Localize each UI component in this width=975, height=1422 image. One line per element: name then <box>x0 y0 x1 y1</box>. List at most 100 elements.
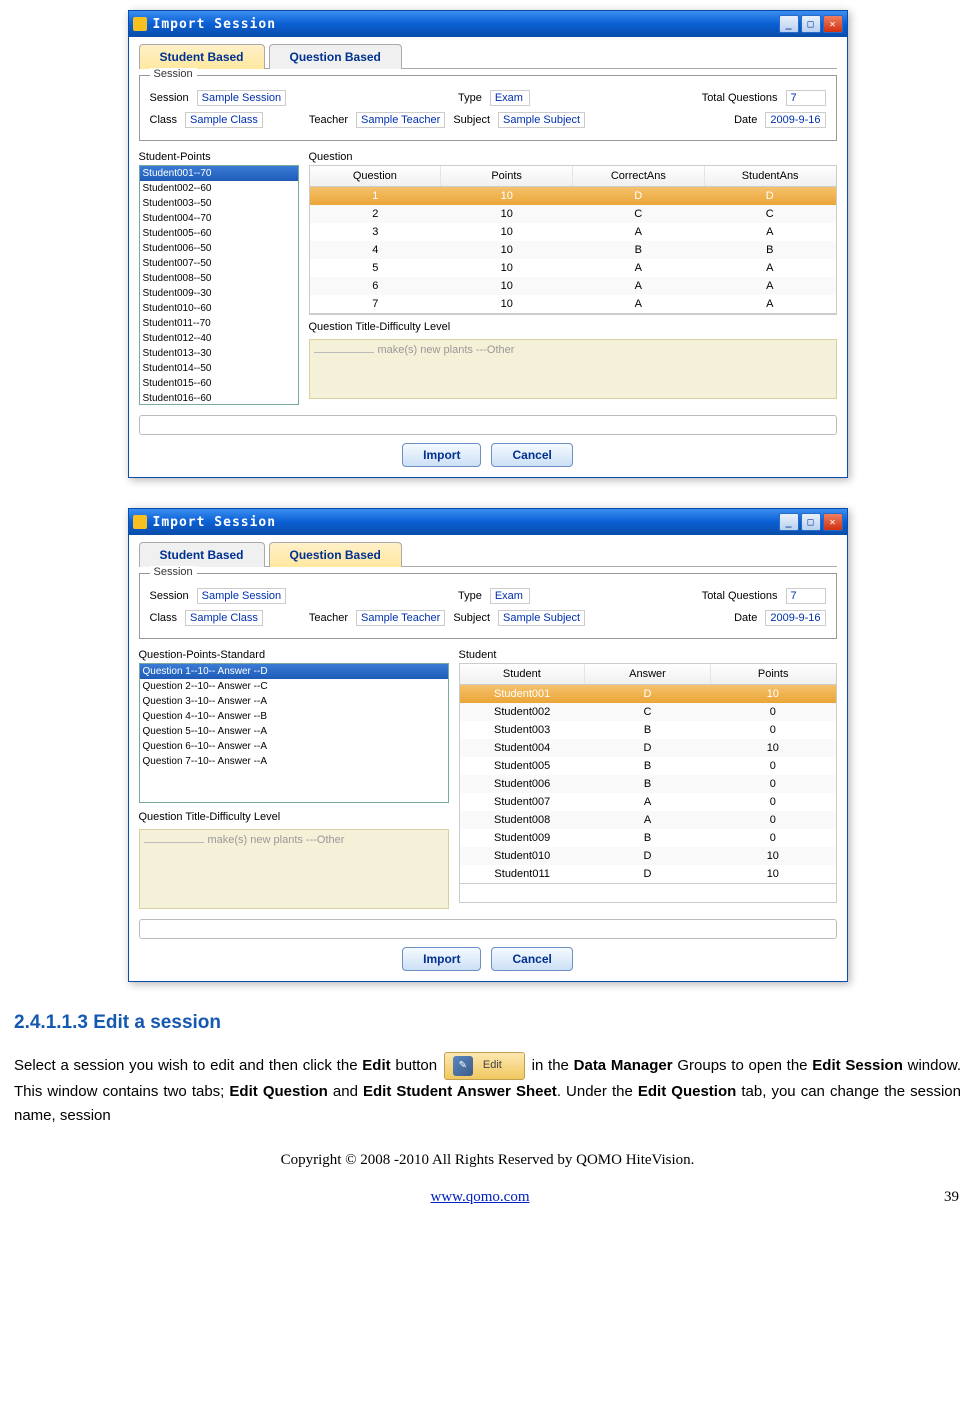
list-item[interactable]: Student005--60 <box>140 226 298 241</box>
edit-button-label: Edit <box>483 1057 502 1075</box>
table-row[interactable]: Student006B0 <box>460 775 836 793</box>
list-item[interactable]: Question 2--10-- Answer --C <box>140 679 448 694</box>
window-icon <box>133 17 147 31</box>
question-grid: Question Points CorrectAns StudentAns 11… <box>309 165 837 315</box>
col-student[interactable]: StudentAns <box>705 166 836 186</box>
col-answer[interactable]: Answer <box>585 664 711 684</box>
table-row[interactable]: 510AA <box>310 259 836 277</box>
qps-listbox[interactable]: Question 1--10-- Answer --DQuestion 2--1… <box>139 663 449 803</box>
student-points-listbox[interactable]: Student001--70Student002--60Student003--… <box>139 165 299 405</box>
table-row[interactable]: 610AA <box>310 277 836 295</box>
value-total: 7 <box>786 588 826 604</box>
list-item[interactable]: Student002--60 <box>140 181 298 196</box>
close-button[interactable]: ✕ <box>823 513 843 531</box>
label-session: Session <box>150 590 189 602</box>
table-row[interactable]: 710AA <box>310 295 836 313</box>
table-row[interactable]: Student002C0 <box>460 703 836 721</box>
label-teacher: Teacher <box>309 114 348 126</box>
col-correct[interactable]: CorrectAns <box>573 166 705 186</box>
table-row[interactable]: 210CC <box>310 205 836 223</box>
titlebar[interactable]: Import Session _ □ ✕ <box>129 11 847 37</box>
label-class: Class <box>150 612 178 624</box>
edit-button-inline[interactable]: ✎ Edit <box>444 1052 525 1080</box>
tab-student-based[interactable]: Student Based <box>139 44 265 69</box>
tab-student-based[interactable]: Student Based <box>139 542 265 567</box>
label-teacher: Teacher <box>309 612 348 624</box>
list-item[interactable]: Student010--60 <box>140 301 298 316</box>
student-label: Student <box>459 649 837 661</box>
list-item[interactable]: Student007--50 <box>140 256 298 271</box>
list-item[interactable]: Question 3--10-- Answer --A <box>140 694 448 709</box>
maximize-button[interactable]: □ <box>801 513 821 531</box>
list-item[interactable]: Student013--30 <box>140 346 298 361</box>
status-input[interactable] <box>139 415 837 435</box>
student-points-label: Student-Points <box>139 151 299 163</box>
tab-bar: Student Based Question Based <box>139 541 837 567</box>
list-item[interactable]: Student016--60 <box>140 391 298 405</box>
table-row[interactable]: 410BB <box>310 241 836 259</box>
list-item[interactable]: Student003--50 <box>140 196 298 211</box>
question-label: Question <box>309 151 837 163</box>
value-session: Sample Session <box>197 588 287 604</box>
table-row[interactable]: Student008A0 <box>460 811 836 829</box>
tab-question-based[interactable]: Question Based <box>269 542 402 567</box>
close-button[interactable]: ✕ <box>823 15 843 33</box>
list-item[interactable]: Question 5--10-- Answer --A <box>140 724 448 739</box>
list-item[interactable]: Question 7--10-- Answer --A <box>140 754 448 769</box>
value-date: 2009-9-16 <box>765 610 825 626</box>
minimize-button[interactable]: _ <box>779 15 799 33</box>
list-item[interactable]: Question 6--10-- Answer --A <box>140 739 448 754</box>
value-session: Sample Session <box>197 90 287 106</box>
label-total: Total Questions <box>702 92 778 104</box>
value-type: Exam <box>490 90 530 106</box>
value-teacher: Sample Teacher <box>356 112 445 128</box>
table-row[interactable]: Student005B0 <box>460 757 836 775</box>
table-row[interactable]: Student010D10 <box>460 847 836 865</box>
body-paragraph: Select a session you wish to edit and th… <box>14 1052 961 1128</box>
col-points[interactable]: Points <box>711 664 836 684</box>
list-item[interactable]: Question 4--10-- Answer --B <box>140 709 448 724</box>
list-item[interactable]: Student015--60 <box>140 376 298 391</box>
maximize-button[interactable]: □ <box>801 15 821 33</box>
import-button[interactable]: Import <box>402 443 481 467</box>
table-row[interactable]: 110DD <box>310 187 836 205</box>
list-item[interactable]: Student001--70 <box>140 166 298 181</box>
list-item[interactable]: Student014--50 <box>140 361 298 376</box>
window-title: Import Session <box>153 17 779 32</box>
table-row[interactable]: Student007A0 <box>460 793 836 811</box>
table-row[interactable]: 310AA <box>310 223 836 241</box>
minimize-button[interactable]: _ <box>779 513 799 531</box>
col-student[interactable]: Student <box>460 664 586 684</box>
difficulty-label: Question Title-Difficulty Level <box>139 811 449 823</box>
import-session-window-1: Import Session _ □ ✕ Student Based Quest… <box>128 10 848 478</box>
value-subject: Sample Subject <box>498 610 585 626</box>
table-row[interactable]: Student004D10 <box>460 739 836 757</box>
value-subject: Sample Subject <box>498 112 585 128</box>
table-row[interactable]: Student003B0 <box>460 721 836 739</box>
list-item[interactable]: Student008--50 <box>140 271 298 286</box>
list-item[interactable]: Question 1--10-- Answer --D <box>140 664 448 679</box>
difficulty-box: make(s) new plants ---Other <box>139 829 449 909</box>
list-item[interactable]: Student009--30 <box>140 286 298 301</box>
list-item[interactable]: Student012--40 <box>140 331 298 346</box>
table-row[interactable]: Student009B0 <box>460 829 836 847</box>
import-button[interactable]: Import <box>402 947 481 971</box>
cancel-button[interactable]: Cancel <box>491 443 572 467</box>
cancel-button[interactable]: Cancel <box>491 947 572 971</box>
student-grid[interactable]: Student Answer Points Student001D10Stude… <box>459 663 837 903</box>
label-session: Session <box>150 92 189 104</box>
table-row[interactable]: Student001D10 <box>460 685 836 703</box>
session-fieldset: Session Session Sample Session Type Exam… <box>139 573 837 639</box>
value-class: Sample Class <box>185 112 263 128</box>
list-item[interactable]: Student004--70 <box>140 211 298 226</box>
col-points[interactable]: Points <box>441 166 573 186</box>
status-input[interactable] <box>139 919 837 939</box>
list-item[interactable]: Student011--70 <box>140 316 298 331</box>
list-item[interactable]: Student006--50 <box>140 241 298 256</box>
label-subject: Subject <box>453 612 490 624</box>
titlebar[interactable]: Import Session _ □ ✕ <box>129 509 847 535</box>
col-question[interactable]: Question <box>310 166 442 186</box>
table-row[interactable]: Student011D10 <box>460 865 836 883</box>
tab-question-based[interactable]: Question Based <box>269 44 402 69</box>
footer-url[interactable]: www.qomo.com <box>430 1189 529 1206</box>
